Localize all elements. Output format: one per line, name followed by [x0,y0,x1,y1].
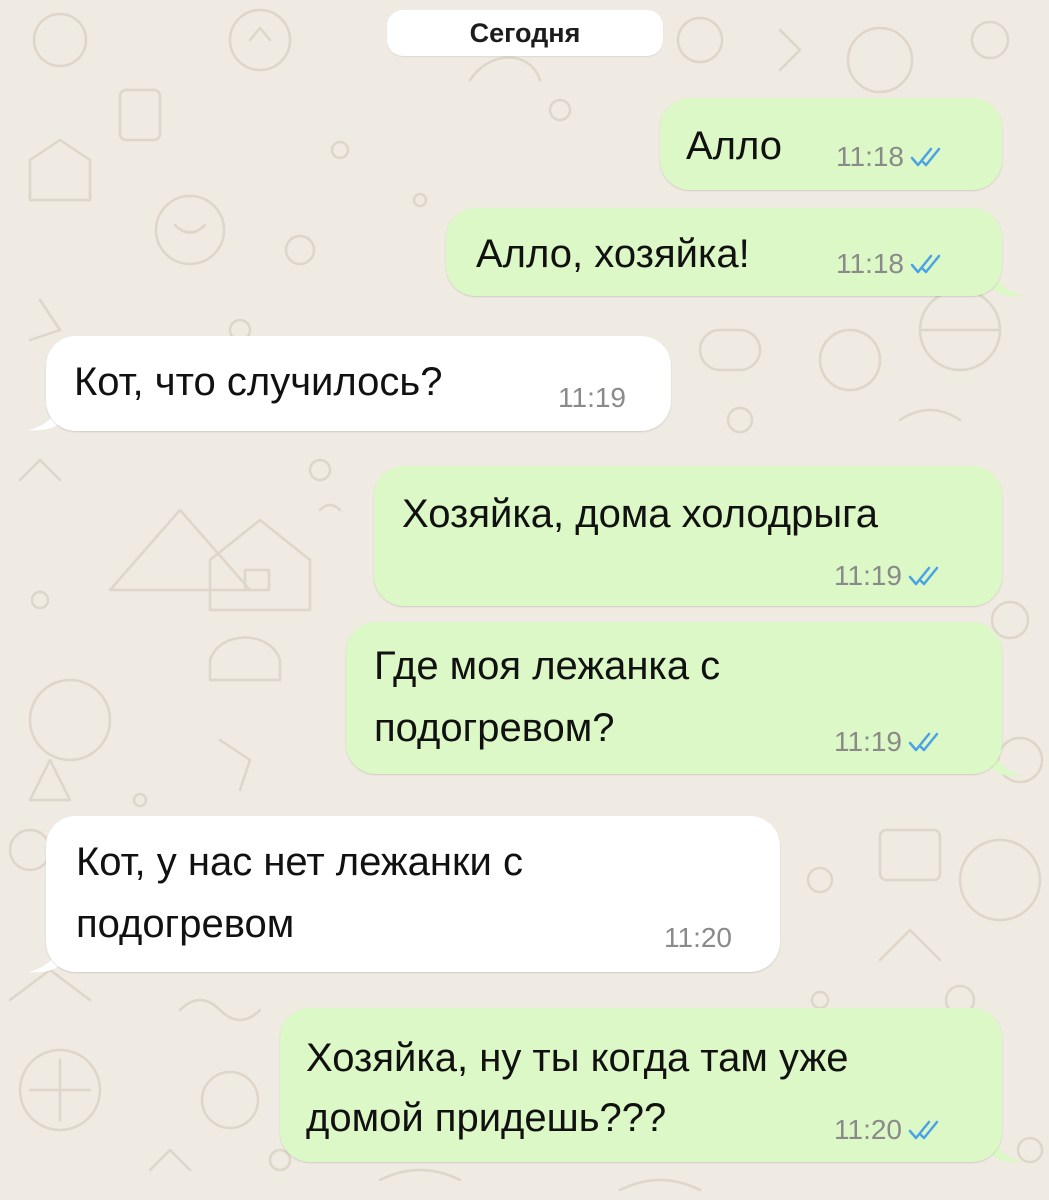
message-text: Кот, что случилось? [74,360,443,404]
message-time: 11:18 [836,248,904,279]
message-text-line: Где моя лежанка с [374,644,721,688]
message-text-line: подогревом? [374,706,615,750]
message-meta: 11:19 [558,382,626,414]
message-time: 11:20 [834,1114,902,1145]
message-time: 11:19 [834,560,902,591]
message-bubble-outgoing[interactable]: Алло, хозяйка! 11:18 [446,208,1002,296]
read-receipt-icon [910,254,941,274]
message-bubble-outgoing[interactable]: Хозяйка, ну ты когда там уже домой приде… [280,1008,1002,1162]
message-time: 11:18 [836,141,904,172]
message-text: Алло [686,124,783,168]
message-text-line: Кот, у нас нет лежанки с [76,840,523,884]
message-bubble-outgoing[interactable]: Хозяйка, дома холодрыга 11:19 [374,466,1002,606]
read-receipt-icon [910,147,941,167]
message-text-line: подогревом [76,902,295,946]
message-meta: 11:18 [836,248,946,280]
message-text-line: домой придешь??? [306,1096,667,1140]
message-time: 11:19 [834,726,902,757]
message-text: Хозяйка, дома холодрыга [402,492,879,536]
message-text: Алло, хозяйка! [476,232,750,276]
message-text-line: Хозяйка, ну ты когда там уже [306,1036,849,1080]
message-bubble-outgoing[interactable]: Алло 11:18 [660,98,1002,190]
read-receipt-icon [908,566,939,586]
message-bubble-incoming[interactable]: Кот, что случилось? 11:19 [46,336,671,431]
message-meta: 11:18 [836,141,946,173]
read-receipt-icon [908,1120,939,1140]
message-meta: 11:19 [834,560,944,592]
message-bubble-outgoing[interactable]: Где моя лежанка с подогревом? 11:19 [346,622,1002,774]
message-bubble-incoming[interactable]: Кот, у нас нет лежанки с подогревом 11:2… [46,816,780,972]
message-meta: 11:19 [834,726,944,758]
read-receipt-icon [908,732,939,752]
message-time: 11:19 [558,382,626,413]
message-meta: 11:20 [664,922,732,954]
date-separator: Сегодня [387,10,663,56]
message-meta: 11:20 [834,1114,944,1146]
message-time: 11:20 [664,922,732,953]
